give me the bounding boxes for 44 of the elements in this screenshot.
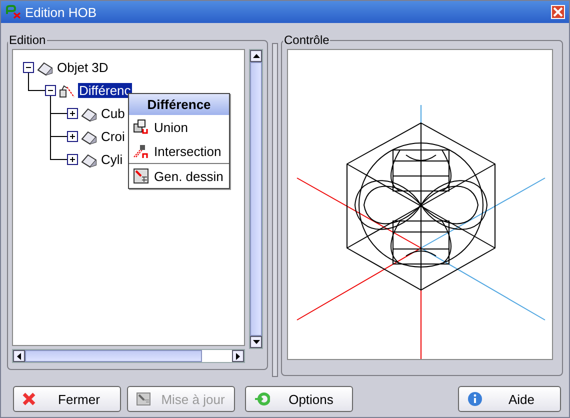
- block-icon: [81, 152, 97, 168]
- tree-item[interactable]: Cyli: [100, 152, 124, 167]
- scroll-right-icon: [236, 352, 240, 360]
- menu-item[interactable]: Intersection: [129, 139, 229, 163]
- close-icon: [22, 391, 38, 407]
- app-icon: [5, 5, 21, 19]
- menu-title: Différence: [129, 94, 229, 115]
- block-icon: [81, 128, 97, 144]
- horizontal-scrollbar[interactable]: [12, 349, 245, 363]
- block-icon: [81, 106, 97, 122]
- window-title: Edition HOB: [25, 4, 98, 20]
- group-title: Contrôle: [283, 33, 330, 47]
- drawing-icon: [133, 168, 149, 184]
- update-icon: [136, 391, 152, 407]
- block-icon: [37, 60, 53, 76]
- info-icon: [467, 391, 483, 407]
- plus-icon: [68, 109, 77, 118]
- close-button[interactable]: [551, 5, 565, 19]
- expand-toggle[interactable]: [67, 108, 78, 119]
- group-title: Edition: [8, 33, 47, 47]
- menu-item[interactable]: Union: [129, 115, 229, 139]
- collapse-toggle[interactable]: [45, 85, 56, 96]
- expand-toggle[interactable]: [67, 154, 78, 165]
- menu-item[interactable]: Gen. dessin: [129, 164, 229, 188]
- intersection-icon: [133, 143, 149, 159]
- tree-item[interactable]: Cub: [100, 106, 126, 121]
- tree-item[interactable]: Objet 3D: [56, 60, 110, 75]
- plus-icon: [68, 132, 77, 141]
- tree-item[interactable]: Croi: [100, 129, 126, 144]
- scroll-up-icon: [252, 54, 260, 58]
- vertical-scrollbar[interactable]: [249, 49, 263, 349]
- expand-toggle[interactable]: [67, 131, 78, 142]
- close-button[interactable]: Fermer: [13, 386, 121, 412]
- collapse-toggle[interactable]: [23, 62, 34, 73]
- scroll-down-icon: [252, 340, 260, 344]
- options-button[interactable]: Options: [245, 386, 353, 412]
- tree-item[interactable]: Différenc: [78, 83, 132, 98]
- splitter[interactable]: [272, 43, 278, 377]
- cut-block-icon: [59, 82, 75, 98]
- plus-icon: [68, 155, 77, 164]
- refresh-icon: [254, 391, 270, 407]
- scroll-left-icon: [17, 352, 21, 360]
- union-icon: [133, 119, 149, 135]
- help-button[interactable]: Aide: [458, 386, 561, 412]
